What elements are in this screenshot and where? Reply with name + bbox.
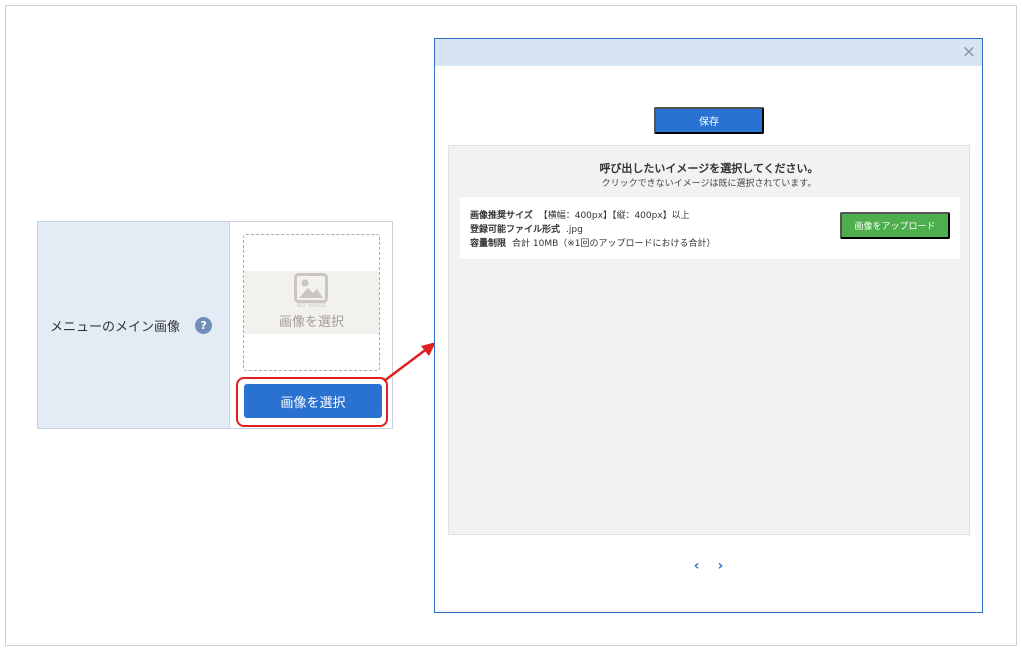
info-file-format: 登録可能ファイル形式 .jpg bbox=[470, 222, 583, 235]
modal-header: × bbox=[435, 39, 982, 66]
chevron-right-icon[interactable]: › bbox=[718, 558, 724, 574]
help-icon[interactable]: ? bbox=[195, 316, 213, 334]
info-value: .jpg bbox=[566, 225, 583, 235]
info-key: 画像推奨サイズ bbox=[470, 211, 533, 221]
form-label-cell: メニューのメイン画像 ? bbox=[38, 222, 230, 428]
thumbnail-select-label: 画像を選択 bbox=[278, 315, 344, 330]
image-select-modal: × 保存 呼び出したいイメージを選択してください。 クリックできないイメージは既… bbox=[434, 38, 983, 613]
no-image-caption: NO IMAGE bbox=[296, 303, 327, 309]
save-button[interactable]: 保存 bbox=[654, 107, 764, 134]
info-key: 登録可能ファイル形式 bbox=[470, 225, 561, 235]
info-size-limit: 容量制限 合計 10MB（※1回のアップロードにおける合計） bbox=[470, 236, 716, 249]
close-icon[interactable]: × bbox=[962, 42, 976, 62]
gallery-subtitle: クリックできないイメージは既に選択されています。 bbox=[601, 179, 817, 189]
upload-info-card: 画像推奨サイズ 【横幅：400px】【縦：400px】以上 登録可能ファイル形式.… bbox=[460, 197, 960, 259]
pagination: ‹ › bbox=[435, 558, 982, 574]
info-recommended-size: 画像推奨サイズ 【横幅：400px】【縦：400px】以上 bbox=[470, 208, 690, 221]
main-image-label: メニューのメイン画像 bbox=[50, 319, 181, 335]
no-image-icon bbox=[294, 273, 328, 303]
info-value: 合計 10MB（※1回のアップロードにおける合計） bbox=[512, 239, 716, 249]
image-thumbnail[interactable]: NO IMAGE 画像を選択 bbox=[243, 234, 380, 371]
info-key: 容量制限 bbox=[470, 239, 507, 249]
info-value: 【横幅：400px】【縦：400px】以上 bbox=[538, 211, 690, 221]
gallery-title: 呼び出したいイメージを選択してください。 bbox=[599, 162, 819, 175]
upload-image-button[interactable]: 画像をアップロード bbox=[840, 212, 950, 239]
chevron-left-icon[interactable]: ‹ bbox=[694, 558, 700, 574]
select-image-button[interactable]: 画像を選択 bbox=[244, 384, 382, 418]
image-gallery: 呼び出したいイメージを選択してください。 クリックできないイメージは既に選択され… bbox=[448, 145, 970, 535]
